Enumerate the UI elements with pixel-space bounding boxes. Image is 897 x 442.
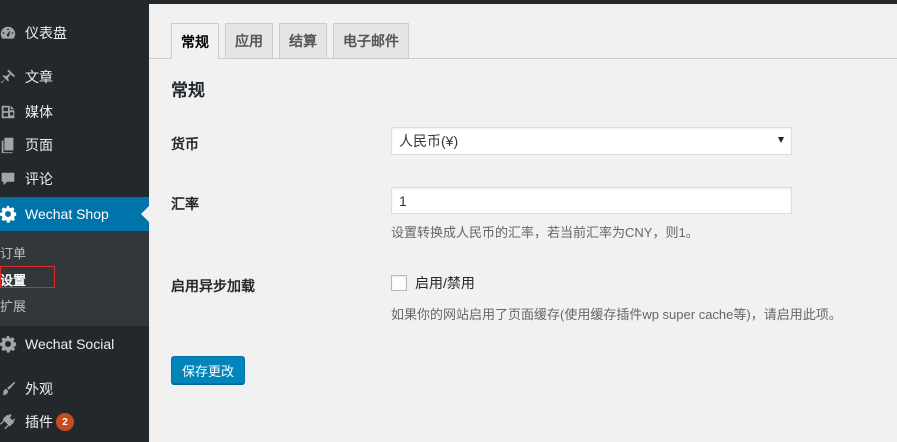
sidebar-item-wechat-social[interactable]: Wechat Social — [0, 327, 149, 361]
tab-checkout[interactable]: 结算 — [279, 23, 327, 58]
pushpin-icon — [0, 68, 17, 86]
submenu-item-settings[interactable]: 设置 — [0, 267, 149, 291]
section-title: 常规 — [171, 81, 205, 100]
sidebar-item-pages[interactable]: 页面 — [0, 128, 149, 162]
sidebar-item-plugins[interactable]: 插件 2 — [0, 405, 149, 439]
main-content: 常规 应用 结算 电子邮件 常规 货币 人民币(¥) 汇率 设置转换成人民币的汇… — [149, 4, 897, 442]
exchange-rate-label: 汇率 — [171, 196, 199, 212]
currency-selected-value: 人民币(¥) — [399, 133, 459, 149]
async-load-label: 启用异步加载 — [171, 278, 255, 294]
currency-label: 货币 — [171, 136, 199, 152]
sidebar-item-label: 外观 — [25, 381, 53, 397]
sidebar-item-label: Wechat Social — [25, 336, 115, 352]
media-icon — [0, 103, 17, 121]
paintbrush-icon — [0, 380, 17, 398]
submenu-wechat-shop: 订单 设置 扩展 — [0, 231, 149, 326]
sidebar-item-label: 媒体 — [25, 104, 53, 120]
sidebar-item-comments[interactable]: 评论 — [0, 162, 149, 196]
sidebar-item-label: 插件 — [25, 414, 53, 430]
async-load-description: 如果你的网站启用了页面缓存(使用缓存插件wp super cache等)，请启用… — [391, 307, 842, 322]
exchange-rate-description: 设置转换成人民币的汇率，若当前汇率为CNY，则1。 — [391, 225, 699, 240]
dashboard-icon — [0, 24, 17, 42]
submenu-item-label: 设置 — [0, 272, 27, 288]
sidebar-item-wechat-shop[interactable]: Wechat Shop — [0, 197, 149, 231]
submenu-item-extensions[interactable]: 扩展 — [0, 293, 149, 317]
dropdown-arrow-icon — [778, 137, 784, 143]
sidebar-item-media[interactable]: 媒体 — [0, 95, 149, 129]
exchange-rate-input[interactable] — [391, 187, 792, 214]
async-load-toggle[interactable]: 启用/禁用 — [391, 273, 475, 293]
submenu-item-label: 订单 — [0, 245, 27, 261]
update-count-badge: 2 — [56, 413, 74, 431]
plugin-icon — [0, 413, 17, 431]
admin-sidebar: 仪表盘 文章 媒体 页面 评论 Wechat Shop 订单 设置 扩展 Wec… — [0, 0, 149, 442]
sidebar-item-posts[interactable]: 文章 — [0, 60, 149, 94]
sidebar-item-label: 页面 — [25, 137, 53, 153]
comment-icon — [0, 170, 17, 188]
tab-email[interactable]: 电子邮件 — [333, 23, 409, 58]
page-icon — [0, 136, 17, 154]
async-load-checkbox[interactable] — [391, 275, 407, 291]
tab-apps[interactable]: 应用 — [225, 23, 273, 58]
sidebar-item-dashboard[interactable]: 仪表盘 — [0, 16, 149, 50]
save-changes-button[interactable]: 保存更改 — [171, 356, 245, 384]
sidebar-item-label: Wechat Shop — [25, 206, 109, 222]
submenu-item-label: 扩展 — [0, 298, 27, 314]
sidebar-item-label: 文章 — [25, 69, 53, 85]
sidebar-item-label: 仪表盘 — [25, 25, 67, 41]
sidebar-item-appearance[interactable]: 外观 — [0, 372, 149, 406]
gear-icon — [0, 335, 17, 353]
sidebar-item-label: 评论 — [25, 171, 53, 187]
submenu-item-orders[interactable]: 订单 — [0, 240, 149, 264]
checkbox-label: 启用/禁用 — [415, 275, 475, 291]
currency-select[interactable]: 人民币(¥) — [391, 127, 792, 155]
settings-tabs: 常规 应用 结算 电子邮件 — [171, 23, 415, 59]
gear-icon — [0, 205, 17, 223]
tab-general[interactable]: 常规 — [171, 23, 219, 59]
